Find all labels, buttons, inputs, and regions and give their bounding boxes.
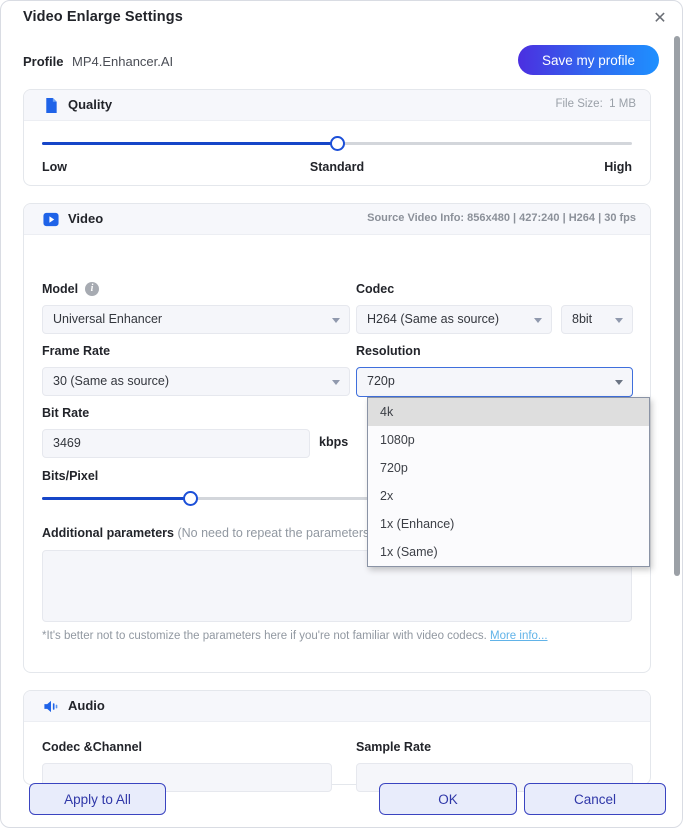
model-select[interactable]: Universal Enhancer <box>42 305 350 334</box>
speaker-icon <box>42 698 60 715</box>
profile-value: MP4.Enhancer.AI <box>72 54 173 69</box>
profile-row: Profile MP4.Enhancer.AI Save my profile <box>1 45 682 81</box>
video-title: Video <box>68 211 103 226</box>
model-label: Model <box>42 282 78 296</box>
frame-rate-select[interactable]: 30 (Same as source) <box>42 367 350 396</box>
ok-button[interactable]: OK <box>379 783 517 815</box>
bit-rate-unit: kbps <box>319 435 348 449</box>
quality-card: Quality File Size: 1 MB Low Standard Hig… <box>23 89 651 186</box>
document-icon <box>42 97 60 114</box>
resolution-dropdown-menu[interactable]: 4k 1080p 720p 2x 1x (Enhance) 1x (Same) <box>367 397 650 567</box>
frame-rate-select-value: 30 (Same as source) <box>53 374 169 388</box>
quality-mark-high: High <box>604 160 632 174</box>
model-select-value: Universal Enhancer <box>53 312 162 326</box>
additional-parameters-label: Additional parameters (No need to repeat… <box>42 526 411 540</box>
quality-slider[interactable] <box>42 142 632 158</box>
chevron-down-icon <box>534 318 542 323</box>
source-video-info: Source Video Info: 856x480 | 427:240 | H… <box>367 212 636 224</box>
save-my-profile-button[interactable]: Save my profile <box>518 45 659 75</box>
profile-label: Profile <box>23 54 63 69</box>
quality-slider-fill <box>42 142 337 145</box>
resolution-select-value: 720p <box>367 374 395 388</box>
apply-to-all-button[interactable]: Apply to All <box>29 783 166 815</box>
quality-card-header: Quality File Size: 1 MB <box>24 90 650 121</box>
chevron-down-icon <box>332 380 340 385</box>
cancel-button[interactable]: Cancel <box>524 783 666 815</box>
chevron-down-icon <box>615 380 623 385</box>
video-card-header: Video Source Video Info: 856x480 | 427:2… <box>24 204 650 235</box>
audio-title: Audio <box>68 698 105 713</box>
codec-select-value: H264 (Same as source) <box>367 312 499 326</box>
resolution-option-1080p[interactable]: 1080p <box>368 426 649 454</box>
sample-rate-label: Sample Rate <box>356 740 431 754</box>
file-size-info: File Size: 1 MB <box>555 98 636 110</box>
resolution-option-2x[interactable]: 2x <box>368 482 649 510</box>
resolution-label: Resolution <box>356 344 421 358</box>
codec-select[interactable]: H264 (Same as source) <box>356 305 552 334</box>
additional-parameters-title: Additional parameters <box>42 526 174 540</box>
resolution-select[interactable]: 720p <box>356 367 633 397</box>
info-icon[interactable]: i <box>85 282 99 296</box>
frame-rate-label: Frame Rate <box>42 344 110 358</box>
chevron-down-icon <box>615 318 623 323</box>
quality-title: Quality <box>68 97 112 112</box>
quality-slider-knob[interactable] <box>330 136 345 151</box>
file-size-value: 1 MB <box>609 98 636 110</box>
quality-mark-standard: Standard <box>24 160 650 174</box>
bit-rate-input[interactable]: 3469 <box>42 429 310 458</box>
codec-channel-label: Codec &Channel <box>42 740 142 754</box>
video-enlarge-settings-dialog: Video Enlarge Settings ✕ Profile MP4.Enh… <box>0 0 683 828</box>
bit-rate-label: Bit Rate <box>42 406 89 420</box>
resolution-option-720p[interactable]: 720p <box>368 454 649 482</box>
bits-pixel-label: Bits/Pixel <box>42 469 98 483</box>
resolution-option-1x-same[interactable]: 1x (Same) <box>368 538 649 566</box>
dialog-titlebar: Video Enlarge Settings ✕ <box>1 1 682 37</box>
codec-note: *It's better not to customize the parame… <box>42 628 642 644</box>
chevron-down-icon <box>332 318 340 323</box>
resolution-option-1x-enhance[interactable]: 1x (Enhance) <box>368 510 649 538</box>
close-icon[interactable]: ✕ <box>648 7 672 31</box>
codec-label: Codec <box>356 282 394 296</box>
more-info-link[interactable]: More info... <box>490 630 548 642</box>
bit-depth-select-value: 8bit <box>572 312 592 326</box>
file-size-label: File Size: <box>555 98 602 110</box>
resolution-option-4k[interactable]: 4k <box>368 398 649 426</box>
codec-note-text: *It's better not to customize the parame… <box>42 630 490 642</box>
bits-pixel-slider-knob[interactable] <box>183 491 198 506</box>
audio-card-header: Audio <box>24 691 650 722</box>
scrollbar-thumb[interactable] <box>674 36 680 576</box>
dialog-title: Video Enlarge Settings <box>23 9 183 25</box>
bit-rate-value: 3469 <box>53 436 81 450</box>
play-icon <box>42 211 60 228</box>
bits-pixel-slider-fill <box>42 497 190 500</box>
audio-card: Audio Codec &Channel Sample Rate <box>23 690 651 785</box>
bit-depth-select[interactable]: 8bit <box>561 305 633 334</box>
